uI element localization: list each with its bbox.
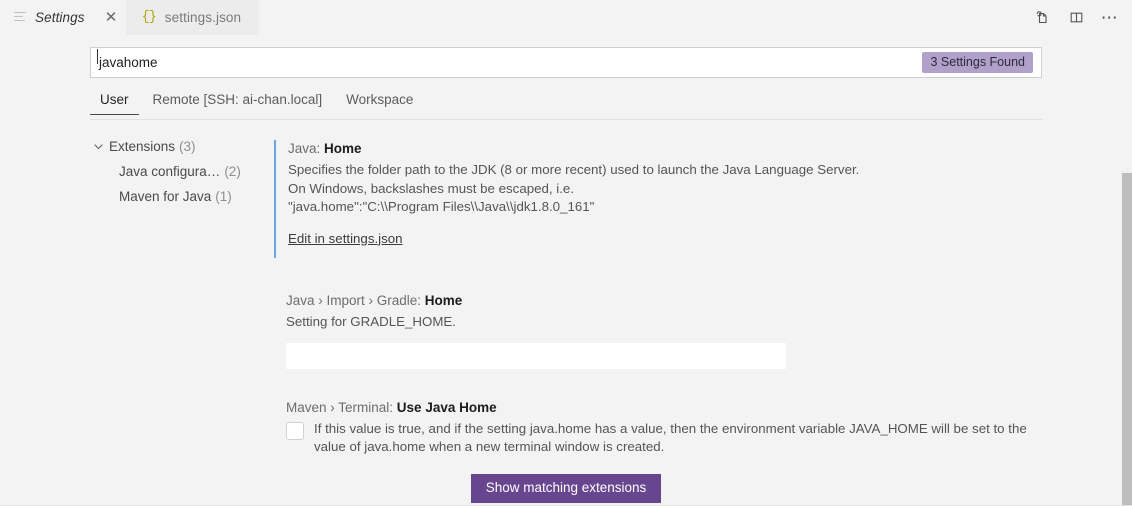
search-input-value: javahome: [98, 56, 922, 70]
setting-description-line: Specifies the folder path to the JDK (8 …: [288, 161, 1064, 180]
tab-settings-label: Settings: [35, 10, 85, 25]
tab-remote[interactable]: Remote [SSH: ai-chan.local]: [143, 92, 333, 114]
settings-search-area: javahome 3 Settings Found: [90, 47, 1042, 78]
gradle-home-input[interactable]: [286, 343, 786, 369]
settings-scrollbar-track[interactable]: [1118, 35, 1132, 506]
tree-item-extensions-count: (3): [179, 139, 196, 154]
tab-user-label: User: [100, 92, 129, 107]
tab-remote-label: Remote [SSH: ai-chan.local]: [153, 92, 323, 107]
setting-key-gradle-home: Home: [425, 293, 463, 308]
editor-actions-toolbar: ⋯: [1028, 0, 1124, 35]
tab-workspace-label: Workspace: [346, 92, 413, 107]
setting-title-gradle-home: Java › Import › Gradle: Home: [286, 292, 1064, 309]
maven-use-java-home-control: If this value is true, and if the settin…: [286, 420, 1064, 457]
tab-workspace[interactable]: Workspace: [336, 92, 423, 114]
tree-item-maven-for-java-label: Maven for Java: [119, 189, 211, 204]
tree-item-java-configuration[interactable]: Java configura… (2): [90, 159, 265, 184]
results-count-badge: 3 Settings Found: [922, 52, 1033, 73]
tab-settings-json[interactable]: {} settings.json: [126, 0, 260, 35]
json-braces-icon: {}: [142, 10, 156, 25]
show-matching-extensions-button[interactable]: Show matching extensions: [471, 474, 662, 503]
search-input[interactable]: javahome 3 Settings Found: [90, 47, 1042, 78]
chevron-down-icon: [90, 139, 106, 155]
setting-description-line: If this value is true, and if the settin…: [314, 420, 1064, 439]
tab-user[interactable]: User: [90, 92, 139, 114]
setting-description-line: value of java.home when a new terminal w…: [314, 438, 1064, 457]
tab-settings-json-label: settings.json: [165, 10, 241, 25]
setting-description-line: "java.home":"C:\\Program Files\\Java\\jd…: [288, 198, 1064, 217]
editor-tab-bar: Settings ✕ {} settings.json: [0, 0, 1132, 35]
setting-description-line: On Windows, backslashes must be escaped,…: [288, 180, 1064, 199]
tree-item-maven-for-java-count: (1): [215, 189, 232, 204]
open-settings-json-icon[interactable]: [1028, 4, 1056, 32]
settings-table-of-contents: Extensions (3) Java configura… (2) Maven…: [90, 134, 265, 209]
setting-row-java-home[interactable]: Java: Home Specifies the folder path to …: [274, 140, 1064, 258]
setting-row-maven-use-java-home[interactable]: Maven › Terminal: Use Java Home If this …: [274, 399, 1064, 457]
close-icon[interactable]: ✕: [103, 9, 120, 26]
tab-settings[interactable]: Settings ✕: [0, 0, 126, 35]
split-editor-icon[interactable]: [1062, 4, 1090, 32]
tree-item-extensions[interactable]: Extensions (3): [90, 134, 265, 159]
settings-list: Java: Home Specifies the folder path to …: [274, 140, 1064, 457]
edit-in-settings-json-link[interactable]: Edit in settings.json: [288, 231, 403, 246]
show-matching-extensions-area: Show matching extensions: [0, 474, 1132, 503]
tree-item-maven-for-java[interactable]: Maven for Java (1): [90, 184, 265, 209]
setting-description-gradle-home: Setting for GRADLE_HOME.: [286, 313, 1064, 332]
setting-category-gradle-home: Java › Import › Gradle:: [286, 293, 425, 308]
more-actions-icon[interactable]: ⋯: [1096, 4, 1124, 32]
setting-key-java-home: Home: [324, 141, 362, 156]
settings-editor-window: Settings ✕ {} settings.json ⋯: [0, 0, 1132, 506]
ellipsis-glyph: ⋯: [1101, 13, 1120, 23]
setting-key-maven-use-java-home: Use Java Home: [397, 400, 497, 415]
tree-item-java-configuration-count: (2): [224, 164, 241, 179]
setting-category-maven-use-java-home: Maven › Terminal:: [286, 400, 397, 415]
maven-use-java-home-checkbox[interactable]: [286, 422, 304, 440]
setting-title-java-home: Java: Home: [288, 140, 1064, 157]
settings-scrollbar-thumb[interactable]: [1122, 173, 1132, 506]
setting-row-gradle-home[interactable]: Java › Import › Gradle: Home Setting for…: [274, 292, 1064, 369]
settings-scope-tabs: User Remote [SSH: ai-chan.local] Workspa…: [90, 92, 1042, 120]
settings-list-icon: [14, 12, 28, 24]
setting-title-maven-use-java-home: Maven › Terminal: Use Java Home: [286, 399, 1064, 416]
tree-item-java-configuration-label: Java configura…: [119, 164, 220, 179]
setting-description-java-home: Specifies the folder path to the JDK (8 …: [288, 161, 1064, 217]
setting-description-line: Setting for GRADLE_HOME.: [286, 313, 1064, 332]
setting-category-java-home: Java:: [288, 141, 324, 156]
setting-description-maven-use-java-home: If this value is true, and if the settin…: [314, 420, 1064, 457]
tree-item-extensions-label: Extensions: [109, 139, 175, 154]
